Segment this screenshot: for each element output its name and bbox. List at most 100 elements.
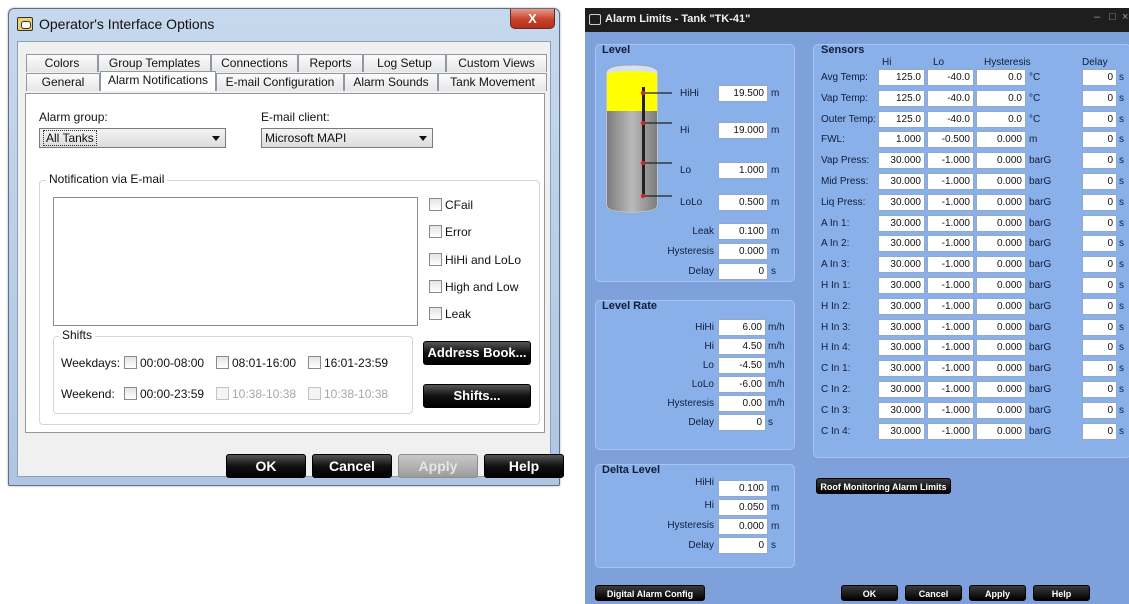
alarm-group-select[interactable]: All Tanks [39,128,226,148]
tab-custom-views[interactable]: Custom Views [446,54,547,72]
rate-lolo-field[interactable]: -6.00 [718,376,766,393]
sensor-hi-field[interactable]: 30.000 [878,256,925,273]
sensor-hysteresis-field[interactable]: 0.000 [976,215,1026,232]
leak-checkbox[interactable]: Leak [429,307,471,323]
sensor-lo-field[interactable]: -40.0 [927,90,974,107]
sensor-hysteresis-field[interactable]: 0.000 [976,360,1026,377]
weekday-shift-2-checkbox[interactable]: 08:01-16:00 [216,356,296,372]
sensor-lo-field[interactable]: -1.000 [927,173,974,190]
sensor-lo-field[interactable]: -1.000 [927,423,974,440]
tab-email-configuration[interactable]: E-mail Configuration [216,73,344,91]
error-checkbox[interactable]: Error [429,225,472,241]
sensor-hi-field[interactable]: 125.0 [878,90,925,107]
window-titlebar[interactable]: Alarm Limits - Tank "TK-41" – □ × [585,8,1129,32]
sensor-delay-field[interactable]: 0 [1082,256,1117,273]
sensor-lo-field[interactable]: -1.000 [927,194,974,211]
rate-hysteresis-field[interactable]: 0.00 [718,395,766,412]
rate-hi-field[interactable]: 4.50 [718,338,766,355]
close-button[interactable]: × [1122,11,1128,23]
sensor-hi-field[interactable]: 30.000 [878,215,925,232]
sensor-delay-field[interactable]: 0 [1082,423,1117,440]
sensor-delay-field[interactable]: 0 [1082,131,1117,148]
level-lo-field[interactable]: 1.000 [718,162,768,179]
sensor-hysteresis-field[interactable]: 0.000 [976,402,1026,419]
weekend-shift-1-checkbox[interactable]: 00:00-23:59 [124,387,204,403]
delta-hi-field[interactable]: 0.050 [718,499,768,516]
sensor-hi-field[interactable]: 30.000 [878,360,925,377]
sensor-hi-field[interactable]: 30.000 [878,402,925,419]
minimize-button[interactable]: – [1094,11,1100,23]
ok-button[interactable]: OK [226,454,306,478]
weekday-shift-1-checkbox[interactable]: 00:00-08:00 [124,356,204,372]
sensor-delay-field[interactable]: 0 [1082,402,1117,419]
sensor-hysteresis-field[interactable]: 0.000 [976,194,1026,211]
sensor-lo-field[interactable]: -1.000 [927,402,974,419]
address-book-button[interactable]: Address Book... [423,341,531,365]
digital-alarm-config-button[interactable]: Digital Alarm Config [595,585,705,601]
sensor-lo-field[interactable]: -40.0 [927,111,974,128]
sensor-lo-field[interactable]: -1.000 [927,235,974,252]
sensor-hysteresis-field[interactable]: 0.000 [976,319,1026,336]
sensor-delay-field[interactable]: 0 [1082,339,1117,356]
tab-log-setup[interactable]: Log Setup [363,54,446,72]
sensor-hysteresis-field[interactable]: 0.000 [976,277,1026,294]
level-lolo-field[interactable]: 0.500 [718,194,768,211]
tab-alarm-sounds[interactable]: Alarm Sounds [344,73,438,91]
sensor-hi-field[interactable]: 1.000 [878,131,925,148]
sensor-hi-field[interactable]: 30.000 [878,423,925,440]
tab-tank-movement[interactable]: Tank Movement [438,73,547,91]
sensor-hysteresis-field[interactable]: 0.000 [976,339,1026,356]
weekday-shift-3-checkbox[interactable]: 16:01-23:59 [308,356,388,372]
sensor-lo-field[interactable]: -1.000 [927,339,974,356]
sensor-delay-field[interactable]: 0 [1082,235,1117,252]
sensor-hysteresis-field[interactable]: 0.000 [976,131,1026,148]
sensor-delay-field[interactable]: 0 [1082,69,1117,86]
delta-hysteresis-field[interactable]: 0.000 [718,518,768,535]
sensor-lo-field[interactable]: -1.000 [927,360,974,377]
sensor-hysteresis-field[interactable]: 0.0 [976,69,1026,86]
close-button[interactable]: X [510,9,555,29]
level-hihi-field[interactable]: 19.500 [718,85,768,102]
sensor-lo-field[interactable]: -1.000 [927,215,974,232]
sensor-delay-field[interactable]: 0 [1082,277,1117,294]
maximize-button[interactable]: □ [1109,11,1116,23]
sensor-delay-field[interactable]: 0 [1082,381,1117,398]
sensor-hysteresis-field[interactable]: 0.000 [976,298,1026,315]
cfail-checkbox[interactable]: CFail [429,198,473,214]
sensor-hysteresis-field[interactable]: 0.000 [976,423,1026,440]
sensor-lo-field[interactable]: -0.500 [927,131,974,148]
sensor-hi-field[interactable]: 125.0 [878,69,925,86]
sensor-hysteresis-field[interactable]: 0.000 [976,235,1026,252]
sensor-delay-field[interactable]: 0 [1082,152,1117,169]
sensor-hi-field[interactable]: 30.000 [878,277,925,294]
sensor-hi-field[interactable]: 30.000 [878,298,925,315]
sensor-delay-field[interactable]: 0 [1082,194,1117,211]
roof-monitoring-button[interactable]: Roof Monitoring Alarm Limits [816,478,951,494]
sensor-hysteresis-field[interactable]: 0.000 [976,152,1026,169]
tab-connections[interactable]: Connections [211,54,298,72]
sensor-hi-field[interactable]: 125.0 [878,111,925,128]
sensor-delay-field[interactable]: 0 [1082,111,1117,128]
sensor-lo-field[interactable]: -1.000 [927,381,974,398]
sensor-hi-field[interactable]: 30.000 [878,173,925,190]
rate-hihi-field[interactable]: 6.00 [718,319,766,336]
sensor-lo-field[interactable]: -1.000 [927,152,974,169]
sensor-lo-field[interactable]: -1.000 [927,277,974,294]
cancel-button[interactable]: Cancel [312,454,392,478]
sensor-hi-field[interactable]: 30.000 [878,319,925,336]
sensor-hysteresis-field[interactable]: 0.000 [976,256,1026,273]
dialog-titlebar[interactable]: Operator's Interface Options X [9,9,559,39]
sensor-delay-field[interactable]: 0 [1082,319,1117,336]
level-leak-field[interactable]: 0.100 [718,223,768,240]
sensor-hysteresis-field[interactable]: 0.0 [976,111,1026,128]
rate-lo-field[interactable]: -4.50 [718,357,766,374]
sensor-lo-field[interactable]: -1.000 [927,298,974,315]
sensor-delay-field[interactable]: 0 [1082,90,1117,107]
hihi-lolo-checkbox[interactable]: HiHi and LoLo [429,253,521,269]
sensor-hysteresis-field[interactable]: 0.000 [976,381,1026,398]
tab-general[interactable]: General [26,73,100,91]
sensor-hi-field[interactable]: 30.000 [878,235,925,252]
tab-group-templates[interactable]: Group Templates [98,54,211,72]
sensor-delay-field[interactable]: 0 [1082,298,1117,315]
sensor-delay-field[interactable]: 0 [1082,173,1117,190]
